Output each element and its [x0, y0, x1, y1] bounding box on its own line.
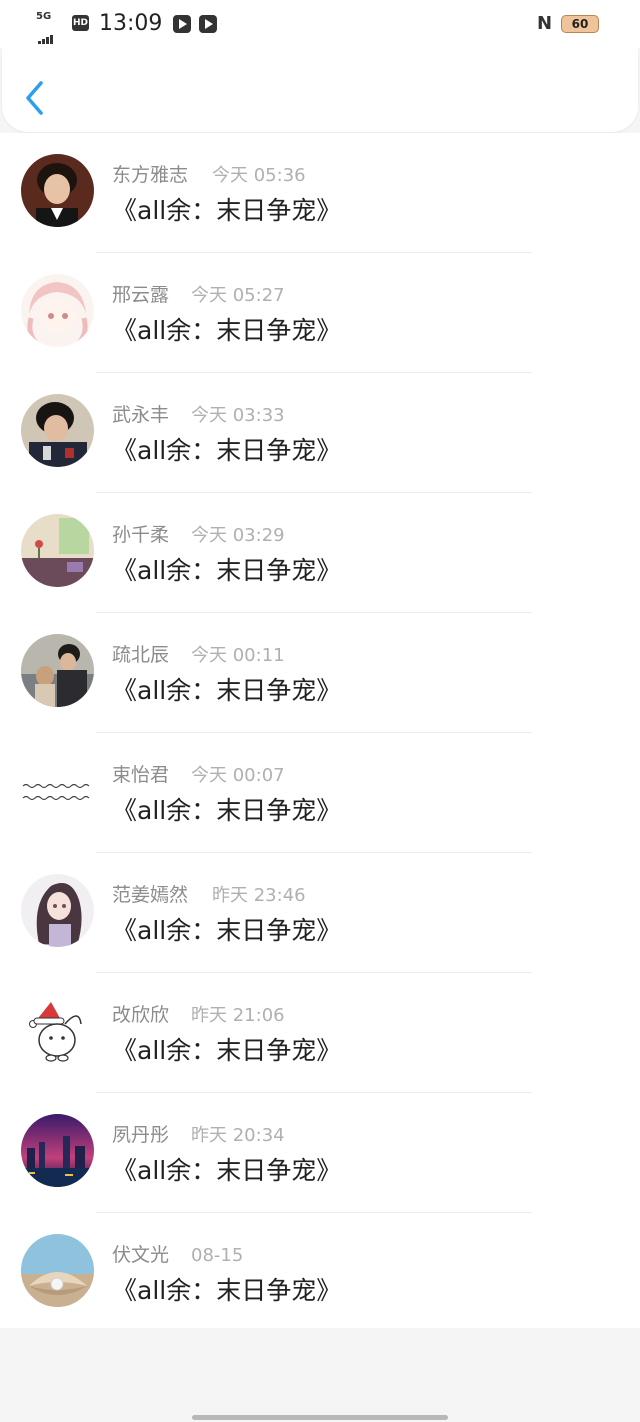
anime-girl-sketch-avatar-icon: [21, 274, 94, 347]
timestamp: 今天 00:07: [191, 765, 285, 786]
nav-bar: [2, 48, 638, 132]
username: 束怡君: [112, 764, 170, 786]
username: 武永丰: [112, 404, 170, 426]
message-preview: 《all余：末日争宠》: [112, 1156, 342, 1185]
username: 东方雅志: [112, 164, 189, 186]
avatar[interactable]: [21, 1234, 94, 1307]
list-item[interactable]: 束怡君 今天 00:07 《all余：末日争宠》: [0, 733, 640, 853]
night-city-avatar-icon: [21, 1114, 94, 1187]
username: 改欣欣: [112, 1004, 170, 1026]
message-preview: 《all余：末日争宠》: [112, 436, 342, 465]
message-preview: 《all余：末日争宠》: [112, 556, 342, 585]
timestamp: 今天 05:27: [191, 285, 285, 306]
pearl-shell-avatar-icon: [21, 1234, 94, 1307]
username: 范姜嫣然: [112, 884, 189, 906]
signal-5g-icon: 5G: [36, 11, 66, 44]
avatar[interactable]: [21, 874, 94, 947]
hd-badge: HD: [72, 15, 89, 31]
timestamp: 今天 03:33: [191, 405, 285, 426]
avatar[interactable]: [21, 154, 94, 227]
status-bar: 5G HD 13:09 N 60: [0, 0, 640, 48]
list-item[interactable]: 武永丰 今天 03:33 《all余：末日争宠》: [0, 373, 640, 493]
timestamp: 今天 05:36: [212, 165, 306, 186]
username: 夙丹彤: [112, 1124, 170, 1146]
avatar[interactable]: [21, 634, 94, 707]
nfc-icon: N: [537, 13, 553, 34]
message-preview: 《all余：末日争宠》: [112, 316, 342, 345]
network-type-label: 5G: [36, 11, 52, 22]
username: 疏北辰: [112, 644, 170, 666]
timestamp: 昨天 20:34: [191, 1125, 285, 1146]
timestamp: 昨天 23:46: [212, 885, 306, 906]
boy-portrait-avatar-icon: [21, 154, 94, 227]
list-item[interactable]: 伏文光 08-15 《all余：末日争宠》: [0, 1213, 640, 1333]
message-preview: 《all余：末日争宠》: [112, 796, 342, 825]
message-preview: 《all余：末日争宠》: [112, 676, 342, 705]
message-preview: 《all余：末日争宠》: [112, 916, 342, 945]
anime-girl-avatar-icon: [21, 874, 94, 947]
list-item[interactable]: 改欣欣 昨天 21:06 《all余：末日争宠》: [0, 973, 640, 1093]
boy-hoodie-avatar-icon: [21, 394, 94, 467]
avatar[interactable]: [21, 994, 94, 1067]
message-preview: 《all余：末日争宠》: [112, 1276, 342, 1305]
avatar[interactable]: [21, 754, 94, 827]
username: 孙千柔: [112, 524, 170, 546]
list-item[interactable]: 范姜嫣然 昨天 23:46 《all余：末日争宠》: [0, 853, 640, 973]
status-time: 13:09: [99, 11, 163, 36]
avatar[interactable]: [21, 1114, 94, 1187]
chevron-left-icon: [26, 81, 43, 115]
video-app-notification-icon: [199, 15, 217, 33]
battery-icon: 60: [561, 15, 599, 33]
christmas-bunny-avatar-icon: [21, 994, 94, 1067]
home-indicator[interactable]: [192, 1415, 448, 1420]
timestamp: 08-15: [191, 1245, 244, 1266]
list-item[interactable]: 东方雅志 今天 05:36 《all余：末日争宠》: [0, 133, 640, 253]
couple-photo-avatar-icon: [21, 634, 94, 707]
window-scene-avatar-icon: [21, 514, 94, 587]
timestamp: 今天 03:29: [191, 525, 285, 546]
avatar[interactable]: [21, 274, 94, 347]
list-item[interactable]: 孙千柔 今天 03:29 《all余：末日争宠》: [0, 493, 640, 613]
list-item[interactable]: 疏北辰 今天 00:11 《all余：末日争宠》: [0, 613, 640, 733]
timestamp: 今天 00:11: [191, 645, 285, 666]
username: 邢云露: [112, 284, 170, 306]
avatar[interactable]: [21, 514, 94, 587]
list-item[interactable]: 邢云露 今天 05:27 《all余：末日争宠》: [0, 253, 640, 373]
message-preview: 《all余：末日争宠》: [112, 196, 342, 225]
handwriting-text-avatar-icon: [21, 754, 94, 827]
video-app-notification-icon: [173, 15, 191, 33]
timestamp: 昨天 21:06: [191, 1005, 285, 1026]
avatar[interactable]: [21, 394, 94, 467]
message-preview: 《all余：末日争宠》: [112, 1036, 342, 1065]
username: 伏文光: [112, 1244, 170, 1266]
message-list: 东方雅志 今天 05:36 《all余：末日争宠》 邢云露 今天 05:27 《…: [0, 133, 640, 1328]
list-item[interactable]: 夙丹彤 昨天 20:34 《all余：末日争宠》: [0, 1093, 640, 1213]
back-button[interactable]: [20, 78, 50, 118]
